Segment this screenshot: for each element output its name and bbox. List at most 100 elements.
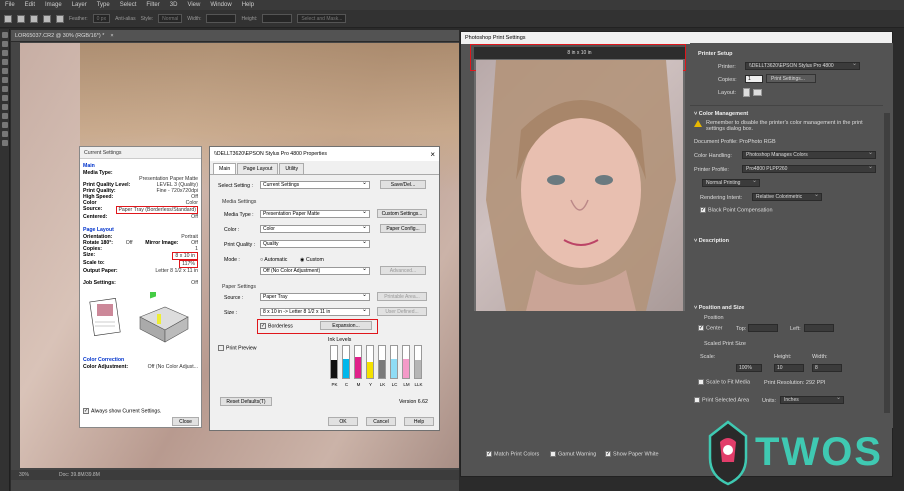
menu-item-3d[interactable]: 3D [169,2,179,8]
mode-automatic-radio[interactable]: ○ Automatic [260,257,287,263]
width-input[interactable] [206,14,237,23]
ok-button[interactable]: OK [328,417,358,426]
gamut-warning-checkbox[interactable]: Gamut Warning [550,451,596,457]
document-tab[interactable]: LOR65037.CR2 @ 30% (RGB/16*) * × [11,30,459,42]
copies-input[interactable]: 1 [745,75,763,83]
height-input[interactable] [262,14,293,23]
close-icon[interactable]: × [110,33,113,39]
scrollbar[interactable] [884,113,890,413]
select-setting-dropdown[interactable]: Current Settings [260,180,370,189]
intersect-selection-icon[interactable] [56,14,64,23]
black-point-checkbox[interactable]: ✓ Black Point Compensation [700,207,773,213]
menu-item-type[interactable]: Type [96,2,111,8]
print-selected-area-checkbox[interactable]: Print Selected Area [694,397,749,403]
left-input[interactable] [804,324,834,332]
feather-input[interactable]: 0 px [92,14,111,23]
menu-item-view[interactable]: View [186,2,201,8]
expansion-button[interactable]: Expansion... [320,321,372,330]
marquee-tool-icon[interactable] [2,41,8,47]
user-defined-button[interactable]: User Defined... [377,307,427,316]
print-settings-button[interactable]: Print Settings... [766,74,816,83]
add-selection-icon[interactable] [30,14,38,23]
subtract-selection-icon[interactable] [43,14,51,23]
dodge-tool-icon[interactable] [2,113,8,119]
move-tool-icon[interactable] [2,32,8,38]
match-print-colors-checkbox[interactable]: ✓ Match Print Colors [486,451,539,457]
marquee-tool-icon[interactable] [4,14,12,23]
pen-tool-icon[interactable] [2,122,8,128]
antialias-checkbox[interactable]: Anti-alias [115,16,136,22]
position-size-heading[interactable]: ˅ Position and Size [694,305,744,311]
mode-dropdown[interactable]: Off (No Color Adjustment) [260,266,370,275]
color-management-heading[interactable]: ˅ Color Management [694,111,748,117]
description-heading[interactable]: ˅ Description [694,238,729,244]
media-type-label: Media Type : [224,212,254,218]
size-dropdown[interactable]: 8 x 10 in -> Letter 8 1/2 x 11 in [260,307,370,316]
menu-item-select[interactable]: Select [119,2,138,8]
landscape-layout-icon[interactable] [753,89,762,96]
tab-utility[interactable]: Utility [279,163,305,174]
menu-item-filter[interactable]: Filter [145,2,160,8]
always-show-checkbox[interactable]: ✓ Always show Current Settings. [83,408,161,414]
style-select[interactable]: Normal [158,14,183,23]
print-preview-checkbox[interactable]: Print Preview [218,345,257,351]
select-mask-button[interactable]: Select and Mask... [297,14,347,23]
color-handling-dropdown[interactable]: Photoshop Manages Colors [742,150,876,159]
stamp-tool-icon[interactable] [2,86,8,92]
gamut-warning-label: Gamut Warning [558,451,597,458]
show-paper-white-checkbox[interactable]: ✓ Show Paper White [605,451,659,457]
centered-value: Off [191,214,198,220]
printer-dropdown[interactable]: \\DELLT3620\EPSON Stylus Pro 4800 [745,61,860,70]
tab-main[interactable]: Main [213,163,237,174]
eraser-tool-icon[interactable] [2,95,8,101]
top-label: Top: [736,326,747,332]
tab-page-layout[interactable]: Page Layout [237,163,279,174]
reset-defaults-button[interactable]: Reset Defaults(T) [220,397,272,406]
menu-item-layer[interactable]: Layer [71,2,88,8]
printable-area-button[interactable]: Printable Area... [377,292,427,301]
brush-tool-icon[interactable] [2,77,8,83]
scale-input[interactable]: 100% [736,364,762,372]
ink-level-y [366,345,374,379]
borderless-checkbox[interactable]: ✓ Borderless [260,323,293,329]
printer-profile-dropdown[interactable]: Pro4800 PLPP260 [742,164,876,173]
source-dropdown[interactable]: Paper Tray [260,292,370,301]
help-button[interactable]: Help [404,417,434,426]
scale-fit-checkbox[interactable]: Scale to Fit Media [698,379,750,385]
center-checkbox[interactable]: ✓ Center [698,325,723,331]
height-input[interactable]: 10 [774,364,804,372]
type-tool-icon[interactable] [2,131,8,137]
menu-item-window[interactable]: Window [209,2,232,8]
width-input[interactable]: 8 [812,364,842,372]
rendering-intent-dropdown[interactable]: Relative Colorimetric [752,192,822,201]
print-quality-dropdown[interactable]: Quality [260,239,370,248]
close-icon[interactable]: × [430,150,435,159]
source-value: Paper Tray (Borderless/Standard) [116,206,198,214]
job-settings-value: Off [191,280,198,286]
gradient-tool-icon[interactable] [2,104,8,110]
eyedropper-tool-icon[interactable] [2,68,8,74]
menu-item-image[interactable]: Image [44,2,63,8]
zoom-tool-icon[interactable] [2,140,8,146]
menu-item-file[interactable]: File [4,2,16,8]
portrait-layout-icon[interactable] [743,88,750,97]
new-selection-icon[interactable] [17,14,25,23]
menu-item-edit[interactable]: Edit [24,2,36,8]
media-type-dropdown[interactable]: Presentation Paper Matte [260,209,370,218]
lasso-tool-icon[interactable] [2,50,8,56]
crop-tool-icon[interactable] [2,59,8,65]
mode-custom-radio[interactable]: ◉ Custom [300,257,324,263]
custom-settings-button[interactable]: Custom Settings... [377,209,427,218]
ink-label: LM [403,382,410,387]
units-dropdown[interactable]: Inches [780,395,844,404]
save-del-button[interactable]: Save/Del... [380,180,426,189]
paper-config-button[interactable]: Paper Config... [380,224,426,233]
cancel-button[interactable]: Cancel [366,417,396,426]
close-button[interactable]: Close [172,417,199,426]
advanced-button[interactable]: Advanced... [380,266,426,275]
menu-item-help[interactable]: Help [241,2,255,8]
color-dropdown[interactable]: Color [260,224,370,233]
normal-printing-dropdown[interactable]: Normal Printing [702,178,760,187]
zoom-level[interactable]: 30% [19,472,29,478]
top-input[interactable] [748,324,778,332]
